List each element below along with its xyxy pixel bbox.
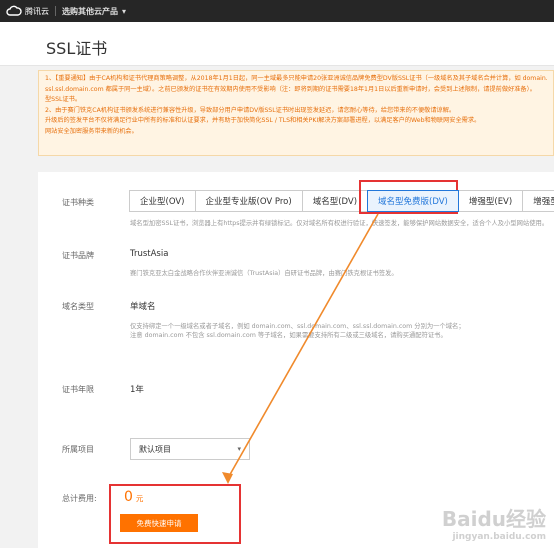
watermark-main: Baidu经验 xyxy=(441,507,546,531)
notice-line: 升级后的签发平台不仅将满足行业中所有的标准和认证要求，并有助于加快简化SSL /… xyxy=(45,117,481,124)
notice-line: 2、由于赛门铁克CA机构证书颁发系统进行兼容性升级，导致部分用户申请DV版SSL… xyxy=(45,106,456,114)
watermark-sub: jingyan.baidu.com xyxy=(452,532,546,542)
project-select[interactable]: 默认项目 ▾ xyxy=(130,438,250,460)
brand-logo[interactable]: 腾讯云 xyxy=(6,5,49,17)
page-header: SSL证书 xyxy=(0,22,554,66)
watermark: Baidu经验 jingyan.baidu.com xyxy=(442,503,546,542)
products-menu-label: 选购其他云产品 xyxy=(62,6,118,16)
brand-name: 腾讯云 xyxy=(25,6,49,16)
brand-label: 证书品牌 xyxy=(62,251,94,260)
notice-line: 1、【重要通知】由于CA机构和证书代理商策略调整，从2018年1月1日起，同一主… xyxy=(45,75,547,82)
brand-value: TrustAsia xyxy=(130,249,169,259)
brand-hint: 赛门铁克亚太白金战略合作伙伴亚洲诚信（TrustAsia）自研证书品牌，由赛门铁… xyxy=(130,270,398,277)
page-title: SSL证书 xyxy=(46,39,108,58)
notice-line: ssl.ssl.domain.com 都属于同一主域）。之前已颁发的证书在有效期… xyxy=(45,85,536,93)
project-select-value: 默认项目 xyxy=(139,444,171,454)
tab-dv-free[interactable]: 域名型免费版(DV) xyxy=(367,190,459,212)
notice-banner: 1、【重要通知】由于CA机构和证书代理商策略调整，从2018年1月1日起，同一主… xyxy=(38,70,554,156)
tab-ev[interactable]: 增强型(EV) xyxy=(457,190,524,212)
cert-type-hint: 域名型加密SSL证书，浏览器上有https提示并有绿锁标记。仅对域名所有权进行验… xyxy=(130,220,549,227)
domain-type-value: 单域名 xyxy=(130,302,156,312)
cert-type-label: 证书种类 xyxy=(62,198,94,207)
notice-line: 网站安全加密服务带来新的机会。 xyxy=(45,127,138,135)
project-label: 所属项目 xyxy=(62,445,94,454)
divider xyxy=(55,6,56,16)
domain-type-label: 域名类型 xyxy=(62,302,94,311)
tab-ev-pro[interactable]: 增强型专 xyxy=(522,190,554,212)
products-menu[interactable]: 选购其他云产品 ▾ xyxy=(62,6,126,17)
chevron-down-icon: ▾ xyxy=(237,445,241,453)
cloud-icon xyxy=(6,5,22,16)
top-navigation-bar: 腾讯云 选购其他云产品 ▾ xyxy=(0,0,554,22)
total-label: 总计费用: xyxy=(62,494,97,503)
highlight-box-price xyxy=(109,484,241,544)
notice-line: 型SSL证书。 xyxy=(45,96,82,103)
years-value: 1年 xyxy=(130,385,144,395)
tab-ov-pro[interactable]: 企业型专业版(OV Pro) xyxy=(194,190,303,212)
years-label: 证书年限 xyxy=(62,385,94,394)
domain-type-hint: 注意 domain.com 不包含 ssl.domain.com 等子域名，如果… xyxy=(130,332,447,339)
tab-ov[interactable]: 企业型(OV) xyxy=(129,190,196,212)
domain-type-hint: 仅支持绑定一个一级域名或者子域名，例如 domain.com、ssl.domai… xyxy=(130,323,465,330)
cert-type-tabs: 企业型(OV) 企业型专业版(OV Pro) 域名型(DV) 域名型免费版(DV… xyxy=(129,190,554,212)
caret-down-icon: ▾ xyxy=(122,6,127,16)
